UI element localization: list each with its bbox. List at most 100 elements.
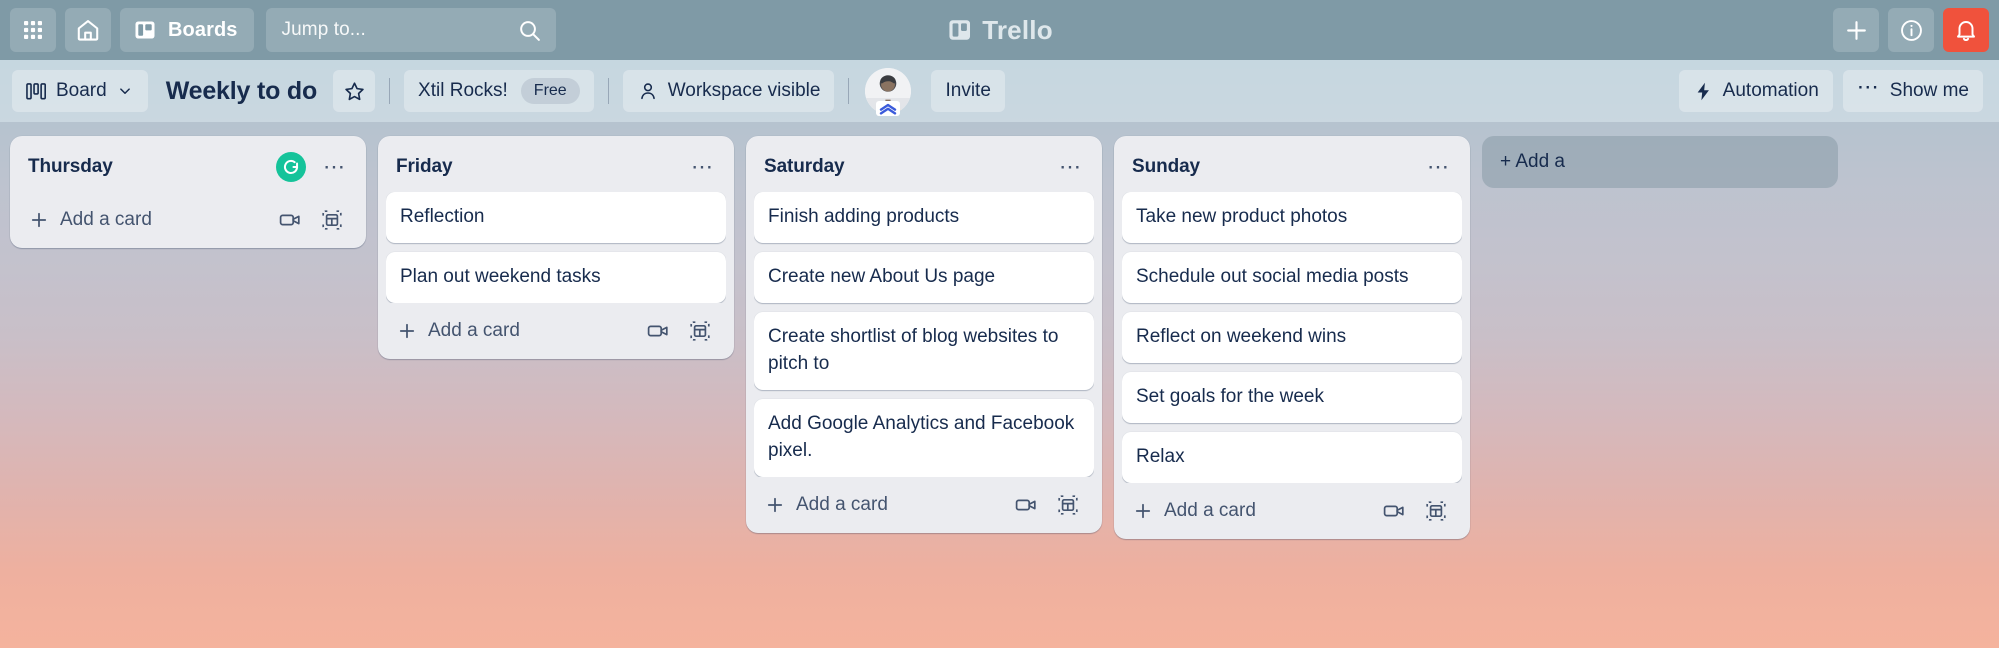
boards-icon bbox=[133, 18, 157, 42]
header-divider-2 bbox=[608, 78, 609, 104]
plan-badge: Free bbox=[521, 78, 580, 104]
list-column: Sunday ⋯ Take new product photos Schedule… bbox=[1114, 136, 1470, 539]
list-header: Thursday ⋯ bbox=[18, 146, 358, 192]
apps-grid-icon bbox=[21, 18, 45, 42]
info-icon bbox=[1898, 17, 1925, 44]
board-view-icon bbox=[26, 83, 47, 100]
board-header-actions: Automation ⋯ Show me bbox=[1679, 70, 1987, 112]
card[interactable]: Relax bbox=[1122, 432, 1462, 483]
add-card-row[interactable]: Add a card bbox=[18, 196, 358, 242]
jump-to-placeholder: Jump to... bbox=[282, 19, 366, 41]
card-template-icon bbox=[320, 208, 344, 232]
video-camera-button[interactable] bbox=[1014, 493, 1038, 517]
add-card-row[interactable]: Add a card bbox=[386, 307, 726, 353]
add-card-button[interactable]: Add a card bbox=[764, 494, 888, 516]
list-actions-button[interactable]: ⋯ bbox=[1056, 152, 1086, 182]
card[interactable]: Schedule out social media posts bbox=[1122, 252, 1462, 303]
add-card-icon-actions bbox=[646, 319, 716, 343]
trello-logo-text: Trello bbox=[982, 15, 1053, 46]
home-icon bbox=[75, 17, 101, 43]
trello-logo-icon bbox=[946, 17, 972, 43]
grammarly-button[interactable] bbox=[276, 152, 306, 182]
search-icon bbox=[517, 18, 542, 43]
card-template-button[interactable] bbox=[1056, 493, 1080, 517]
video-camera-icon bbox=[278, 208, 302, 232]
top-navigation-bar: Boards Jump to... Trello bbox=[0, 0, 1999, 60]
boards-button-label: Boards bbox=[168, 19, 238, 42]
add-card-icon-actions bbox=[278, 208, 348, 232]
list-actions-button[interactable]: ⋯ bbox=[1424, 152, 1454, 182]
add-card-row[interactable]: Add a card bbox=[754, 481, 1094, 527]
add-card-label: Add a card bbox=[1164, 500, 1256, 522]
create-button[interactable] bbox=[1833, 8, 1879, 52]
list-actions-button[interactable]: ⋯ bbox=[688, 152, 718, 182]
list-column: Saturday ⋯ Finish adding products Create … bbox=[746, 136, 1102, 533]
boards-button[interactable]: Boards bbox=[120, 8, 254, 52]
jump-to-search-input[interactable]: Jump to... bbox=[266, 8, 556, 52]
video-camera-button[interactable] bbox=[646, 319, 670, 343]
home-button[interactable] bbox=[65, 8, 111, 52]
member-avatar[interactable] bbox=[865, 68, 911, 114]
board-title[interactable]: Weekly to do bbox=[166, 77, 317, 106]
card-list: Take new product photos Schedule out soci… bbox=[1122, 192, 1462, 483]
card-template-button[interactable] bbox=[320, 208, 344, 232]
list-header-actions: ⋯ bbox=[1056, 152, 1086, 182]
top-bar-actions bbox=[1833, 8, 1989, 52]
card[interactable]: Reflect on weekend wins bbox=[1122, 312, 1462, 363]
plus-icon bbox=[1843, 17, 1870, 44]
list-header-actions: ⋯ bbox=[1424, 152, 1454, 182]
workspace-chip[interactable]: Xtil Rocks! Free bbox=[404, 70, 594, 112]
add-another-list-button[interactable]: + Add a bbox=[1482, 136, 1838, 188]
add-card-row[interactable]: Add a card bbox=[1122, 487, 1462, 533]
information-button[interactable] bbox=[1888, 8, 1934, 52]
star-board-button[interactable] bbox=[333, 70, 375, 112]
show-menu-button[interactable]: ⋯ Show me bbox=[1843, 70, 1983, 112]
card-template-button[interactable] bbox=[688, 319, 712, 343]
card-template-button[interactable] bbox=[1424, 499, 1448, 523]
board-view-label: Board bbox=[56, 80, 107, 102]
video-camera-button[interactable] bbox=[278, 208, 302, 232]
card[interactable]: Finish adding products bbox=[754, 192, 1094, 243]
add-card-label: Add a card bbox=[796, 494, 888, 516]
show-menu-label: Show me bbox=[1890, 80, 1969, 102]
card[interactable]: Reflection bbox=[386, 192, 726, 243]
apps-grid-button[interactable] bbox=[10, 8, 56, 52]
add-card-button[interactable]: Add a card bbox=[1132, 500, 1256, 522]
double-chevron-up-icon bbox=[878, 103, 898, 115]
card-template-icon bbox=[688, 319, 712, 343]
lightning-bolt-icon bbox=[1693, 81, 1714, 102]
header-divider bbox=[389, 78, 390, 104]
add-card-button[interactable]: Add a card bbox=[396, 320, 520, 342]
video-camera-icon bbox=[1014, 493, 1038, 517]
invite-button[interactable]: Invite bbox=[931, 70, 1004, 112]
list-title[interactable]: Sunday bbox=[1132, 156, 1200, 178]
automation-label: Automation bbox=[1723, 80, 1819, 102]
add-card-icon-actions bbox=[1382, 499, 1452, 523]
list-column: Friday ⋯ Reflection Plan out weekend task… bbox=[378, 136, 734, 359]
visibility-button[interactable]: Workspace visible bbox=[623, 70, 835, 112]
add-list-label: + Add a bbox=[1500, 151, 1565, 173]
card[interactable]: Add Google Analytics and Facebook pixel. bbox=[754, 399, 1094, 477]
list-header: Sunday ⋯ bbox=[1122, 146, 1462, 192]
ellipsis-icon: ⋯ bbox=[1857, 76, 1881, 98]
card[interactable]: Plan out weekend tasks bbox=[386, 252, 726, 303]
card-template-icon bbox=[1424, 499, 1448, 523]
notifications-button[interactable] bbox=[1943, 8, 1989, 52]
bell-icon bbox=[1953, 17, 1979, 43]
list-title[interactable]: Friday bbox=[396, 156, 452, 178]
card[interactable]: Set goals for the week bbox=[1122, 372, 1462, 423]
list-title[interactable]: Thursday bbox=[28, 156, 113, 178]
video-camera-button[interactable] bbox=[1382, 499, 1406, 523]
card[interactable]: Create shortlist of blog websites to pit… bbox=[754, 312, 1094, 390]
automation-button[interactable]: Automation bbox=[1679, 70, 1833, 112]
board-view-switcher[interactable]: Board bbox=[12, 70, 148, 112]
invite-label: Invite bbox=[945, 80, 990, 102]
card[interactable]: Create new About Us page bbox=[754, 252, 1094, 303]
add-card-label: Add a card bbox=[60, 209, 152, 231]
list-header-actions: ⋯ bbox=[276, 152, 350, 182]
add-card-label: Add a card bbox=[428, 320, 520, 342]
list-actions-button[interactable]: ⋯ bbox=[320, 152, 350, 182]
add-card-button[interactable]: Add a card bbox=[28, 209, 152, 231]
card[interactable]: Take new product photos bbox=[1122, 192, 1462, 243]
list-title[interactable]: Saturday bbox=[764, 156, 845, 178]
